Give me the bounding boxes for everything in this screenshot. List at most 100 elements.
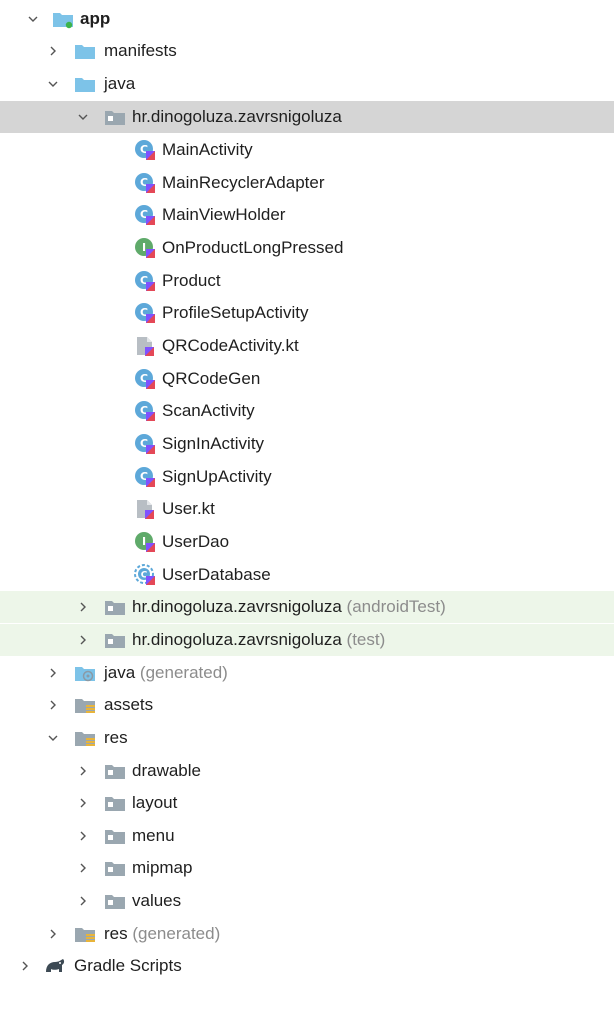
chevron-down-icon[interactable] [76, 110, 90, 124]
tree-row-res-child[interactable]: values [0, 885, 614, 917]
tree-label: UserDao [162, 532, 230, 551]
tree-label: values [132, 891, 182, 910]
tree-row-file[interactable]: I OnProductLongPressed [0, 232, 614, 264]
tree-row-res-child[interactable]: menu [0, 820, 614, 852]
chevron-right-icon[interactable] [76, 796, 90, 810]
svg-text:I: I [142, 241, 146, 254]
tree-row-file[interactable]: C Product [0, 265, 614, 297]
folder-icon [74, 73, 96, 95]
tree-row-file[interactable]: User.kt [0, 493, 614, 525]
chevron-right-icon[interactable] [18, 959, 32, 973]
tree-label: SignInActivity [162, 434, 265, 453]
source-set-suffix: (test) [346, 630, 386, 649]
chevron-down-icon[interactable] [26, 12, 40, 26]
chevron-right-icon[interactable] [76, 861, 90, 875]
kotlin-class-icon: C [134, 204, 156, 226]
tree-label: hr.dinogoluza.zavrsnigoluza (androidTest… [132, 591, 446, 623]
tree-label: hr.dinogoluza.zavrsnigoluza [132, 107, 342, 126]
chevron-down-icon[interactable] [46, 77, 60, 91]
chevron-right-icon[interactable] [46, 927, 60, 941]
tree-label: layout [132, 793, 178, 812]
tree-label: res (generated) [104, 918, 220, 950]
tree-row-file[interactable]: C MainViewHolder [0, 199, 614, 231]
kotlin-class-icon: C [134, 270, 156, 292]
tree-row-manifests[interactable]: manifests [0, 35, 614, 67]
tree-label: SignUpActivity [162, 467, 272, 486]
folder-name: res [104, 924, 128, 943]
tree-label: manifests [104, 41, 177, 60]
tree-row-gradle-scripts[interactable]: Gradle Scripts [0, 950, 614, 982]
chevron-right-icon[interactable] [46, 44, 60, 58]
package-icon [104, 857, 126, 879]
tree-row-file[interactable]: C SignUpActivity [0, 461, 614, 493]
resource-folder-icon [74, 727, 96, 749]
package-icon [104, 596, 126, 618]
tree-row-file[interactable]: C MainActivity [0, 134, 614, 166]
tree-row-java[interactable]: java [0, 68, 614, 100]
tree-label: hr.dinogoluza.zavrsnigoluza (test) [132, 624, 385, 656]
tree-label: QRCodeGen [162, 369, 261, 388]
tree-row-file[interactable]: QRCodeActivity.kt [0, 330, 614, 362]
tree-row-file[interactable]: I UserDao [0, 526, 614, 558]
folder-icon [74, 40, 96, 62]
tree-row-package-android-test[interactable]: hr.dinogoluza.zavrsnigoluza (androidTest… [0, 591, 614, 623]
tree-row-res-child[interactable]: drawable [0, 755, 614, 787]
tree-label: Product [162, 271, 221, 290]
kotlin-interface-icon: I [134, 531, 156, 553]
tree-label: QRCodeActivity.kt [162, 336, 299, 355]
package-name: hr.dinogoluza.zavrsnigoluza [132, 630, 342, 649]
kotlin-class-icon: C [134, 466, 156, 488]
tree-row-res[interactable]: res [0, 722, 614, 754]
kotlin-class-icon: C [134, 400, 156, 422]
kotlin-class-icon: C [134, 172, 156, 194]
module-folder-icon [52, 8, 74, 30]
tree-row-res-child[interactable]: layout [0, 787, 614, 819]
package-icon [104, 825, 126, 847]
generated-folder-icon [74, 662, 96, 684]
tree-row-file[interactable]: C UserDatabase [0, 559, 614, 591]
tree-label: Gradle Scripts [74, 956, 182, 975]
generated-suffix: (generated) [139, 663, 228, 682]
chevron-right-icon[interactable] [76, 764, 90, 778]
kotlin-class-icon: C [134, 139, 156, 161]
tree-label: drawable [132, 761, 201, 780]
tree-row-res-generated[interactable]: res (generated) [0, 918, 614, 950]
package-icon [104, 106, 126, 128]
gradle-elephant-icon [44, 955, 66, 977]
kotlin-interface-icon: I [134, 237, 156, 259]
tree-label: MainActivity [162, 140, 253, 159]
tree-row-assets[interactable]: assets [0, 689, 614, 721]
chevron-right-icon[interactable] [76, 894, 90, 908]
tree-label: res [104, 728, 128, 747]
tree-label: UserDatabase [162, 565, 271, 584]
tree-row-file[interactable]: C ScanActivity [0, 395, 614, 427]
kotlin-class-icon: C [134, 368, 156, 390]
chevron-right-icon[interactable] [46, 666, 60, 680]
tree-row-file[interactable]: C QRCodeGen [0, 363, 614, 395]
tree-row-package-main[interactable]: hr.dinogoluza.zavrsnigoluza [0, 101, 614, 133]
folder-name: java [104, 663, 136, 682]
tree-row-file[interactable]: C ProfileSetupActivity [0, 297, 614, 329]
tree-row-file[interactable]: C MainRecyclerAdapter [0, 167, 614, 199]
kotlin-abstract-class-icon: C [134, 564, 156, 586]
tree-label: menu [132, 826, 175, 845]
resource-folder-icon [74, 923, 96, 945]
kotlin-class-icon: C [134, 433, 156, 455]
tree-row-res-child[interactable]: mipmap [0, 852, 614, 884]
resource-folder-icon [74, 694, 96, 716]
tree-row-java-generated[interactable]: java (generated) [0, 657, 614, 689]
project-tree: app manifests java hr.dinogoluza.zavrsni… [0, 0, 614, 1030]
tree-label: assets [104, 695, 154, 714]
tree-row-package-test[interactable]: hr.dinogoluza.zavrsnigoluza (test) [0, 624, 614, 656]
package-icon [104, 629, 126, 651]
tree-row-app[interactable]: app [0, 3, 614, 35]
tree-label: OnProductLongPressed [162, 238, 344, 257]
tree-label: mipmap [132, 858, 193, 877]
tree-row-file[interactable]: C SignInActivity [0, 428, 614, 460]
chevron-right-icon[interactable] [46, 698, 60, 712]
chevron-right-icon[interactable] [76, 633, 90, 647]
chevron-right-icon[interactable] [76, 829, 90, 843]
svg-text:I: I [142, 535, 146, 548]
chevron-right-icon[interactable] [76, 600, 90, 614]
chevron-down-icon[interactable] [46, 731, 60, 745]
